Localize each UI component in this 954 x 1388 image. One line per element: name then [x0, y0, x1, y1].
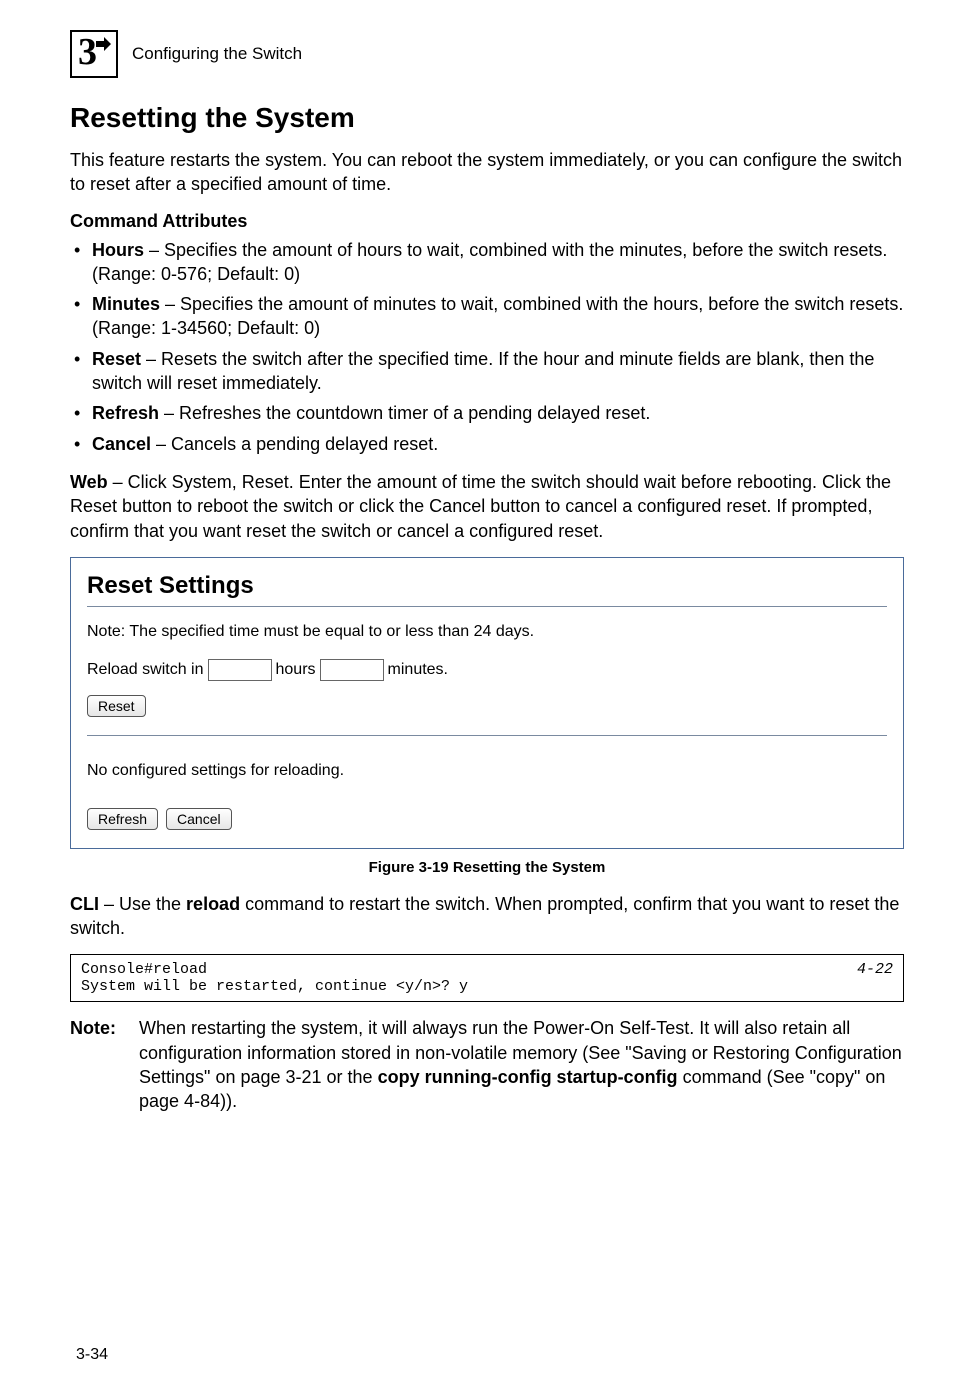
- note-label: Note:: [70, 1016, 134, 1040]
- page-header: 3 Configuring the Switch: [70, 30, 904, 78]
- reset-button[interactable]: Reset: [87, 695, 146, 717]
- cli-paragraph: CLI – Use the reload command to restart …: [70, 892, 904, 941]
- term: Minutes: [92, 294, 160, 314]
- attributes-list: Hours – Specifies the amount of hours to…: [70, 238, 904, 456]
- cli-cmd: reload: [186, 894, 240, 914]
- web-text: – Click System, Reset. Enter the amount …: [70, 472, 891, 541]
- cli-text1: – Use the: [99, 894, 186, 914]
- reload-prefix: Reload switch in: [87, 661, 204, 679]
- term: Reset: [92, 349, 141, 369]
- term: Refresh: [92, 403, 159, 423]
- divider: [87, 735, 887, 736]
- panel-title: Reset Settings: [87, 572, 887, 600]
- desc: – Specifies the amount of minutes to wai…: [92, 294, 903, 338]
- term: Hours: [92, 240, 144, 260]
- reset-settings-panel: Reset Settings Note: The specified time …: [70, 557, 904, 849]
- minutes-input[interactable]: [320, 659, 384, 681]
- term: Cancel: [92, 434, 151, 454]
- web-lead: Web: [70, 472, 108, 492]
- intro-paragraph: This feature restarts the system. You ca…: [70, 148, 904, 197]
- arrow-icon: [94, 36, 112, 54]
- refresh-button[interactable]: Refresh: [87, 808, 158, 830]
- desc: – Cancels a pending delayed reset.: [151, 434, 438, 454]
- section-title: Resetting the System: [70, 102, 904, 134]
- cli-output-box: 4-22 Console#reload System will be resta…: [70, 954, 904, 1002]
- desc: – Resets the switch after the specified …: [92, 349, 874, 393]
- hours-input[interactable]: [208, 659, 272, 681]
- note-block: Note: When restarting the system, it wil…: [70, 1016, 904, 1113]
- divider: [87, 606, 887, 607]
- list-item: Refresh – Refreshes the countdown timer …: [70, 401, 904, 425]
- desc: – Refreshes the countdown timer of a pen…: [159, 403, 650, 423]
- command-attributes-heading: Command Attributes: [70, 211, 904, 232]
- cli-line: System will be restarted, continue <y/n>…: [81, 978, 893, 995]
- hours-label: hours: [276, 661, 316, 679]
- panel-note: Note: The specified time must be equal t…: [87, 623, 887, 641]
- reload-form-row: Reload switch in hours minutes.: [87, 659, 887, 681]
- list-item: Hours – Specifies the amount of hours to…: [70, 238, 904, 287]
- running-head: Configuring the Switch: [132, 44, 302, 64]
- cli-lead: CLI: [70, 894, 99, 914]
- list-item: Minutes – Specifies the amount of minute…: [70, 292, 904, 341]
- note-bold: copy running-config startup-config: [378, 1067, 678, 1087]
- desc: – Specifies the amount of hours to wait,…: [92, 240, 887, 284]
- cli-ref: 4-22: [857, 961, 893, 978]
- page-number: 3-34: [76, 1346, 108, 1364]
- figure-caption: Figure 3-19 Resetting the System: [70, 859, 904, 876]
- note-content: When restarting the system, it will alwa…: [139, 1016, 903, 1113]
- minutes-label: minutes.: [388, 661, 448, 679]
- reload-status: No configured settings for reloading.: [87, 762, 887, 780]
- web-paragraph: Web – Click System, Reset. Enter the amo…: [70, 470, 904, 543]
- chapter-icon: 3: [70, 30, 118, 78]
- list-item: Reset – Resets the switch after the spec…: [70, 347, 904, 396]
- cli-line: Console#reload: [81, 961, 893, 978]
- list-item: Cancel – Cancels a pending delayed reset…: [70, 432, 904, 456]
- cancel-button[interactable]: Cancel: [166, 808, 232, 830]
